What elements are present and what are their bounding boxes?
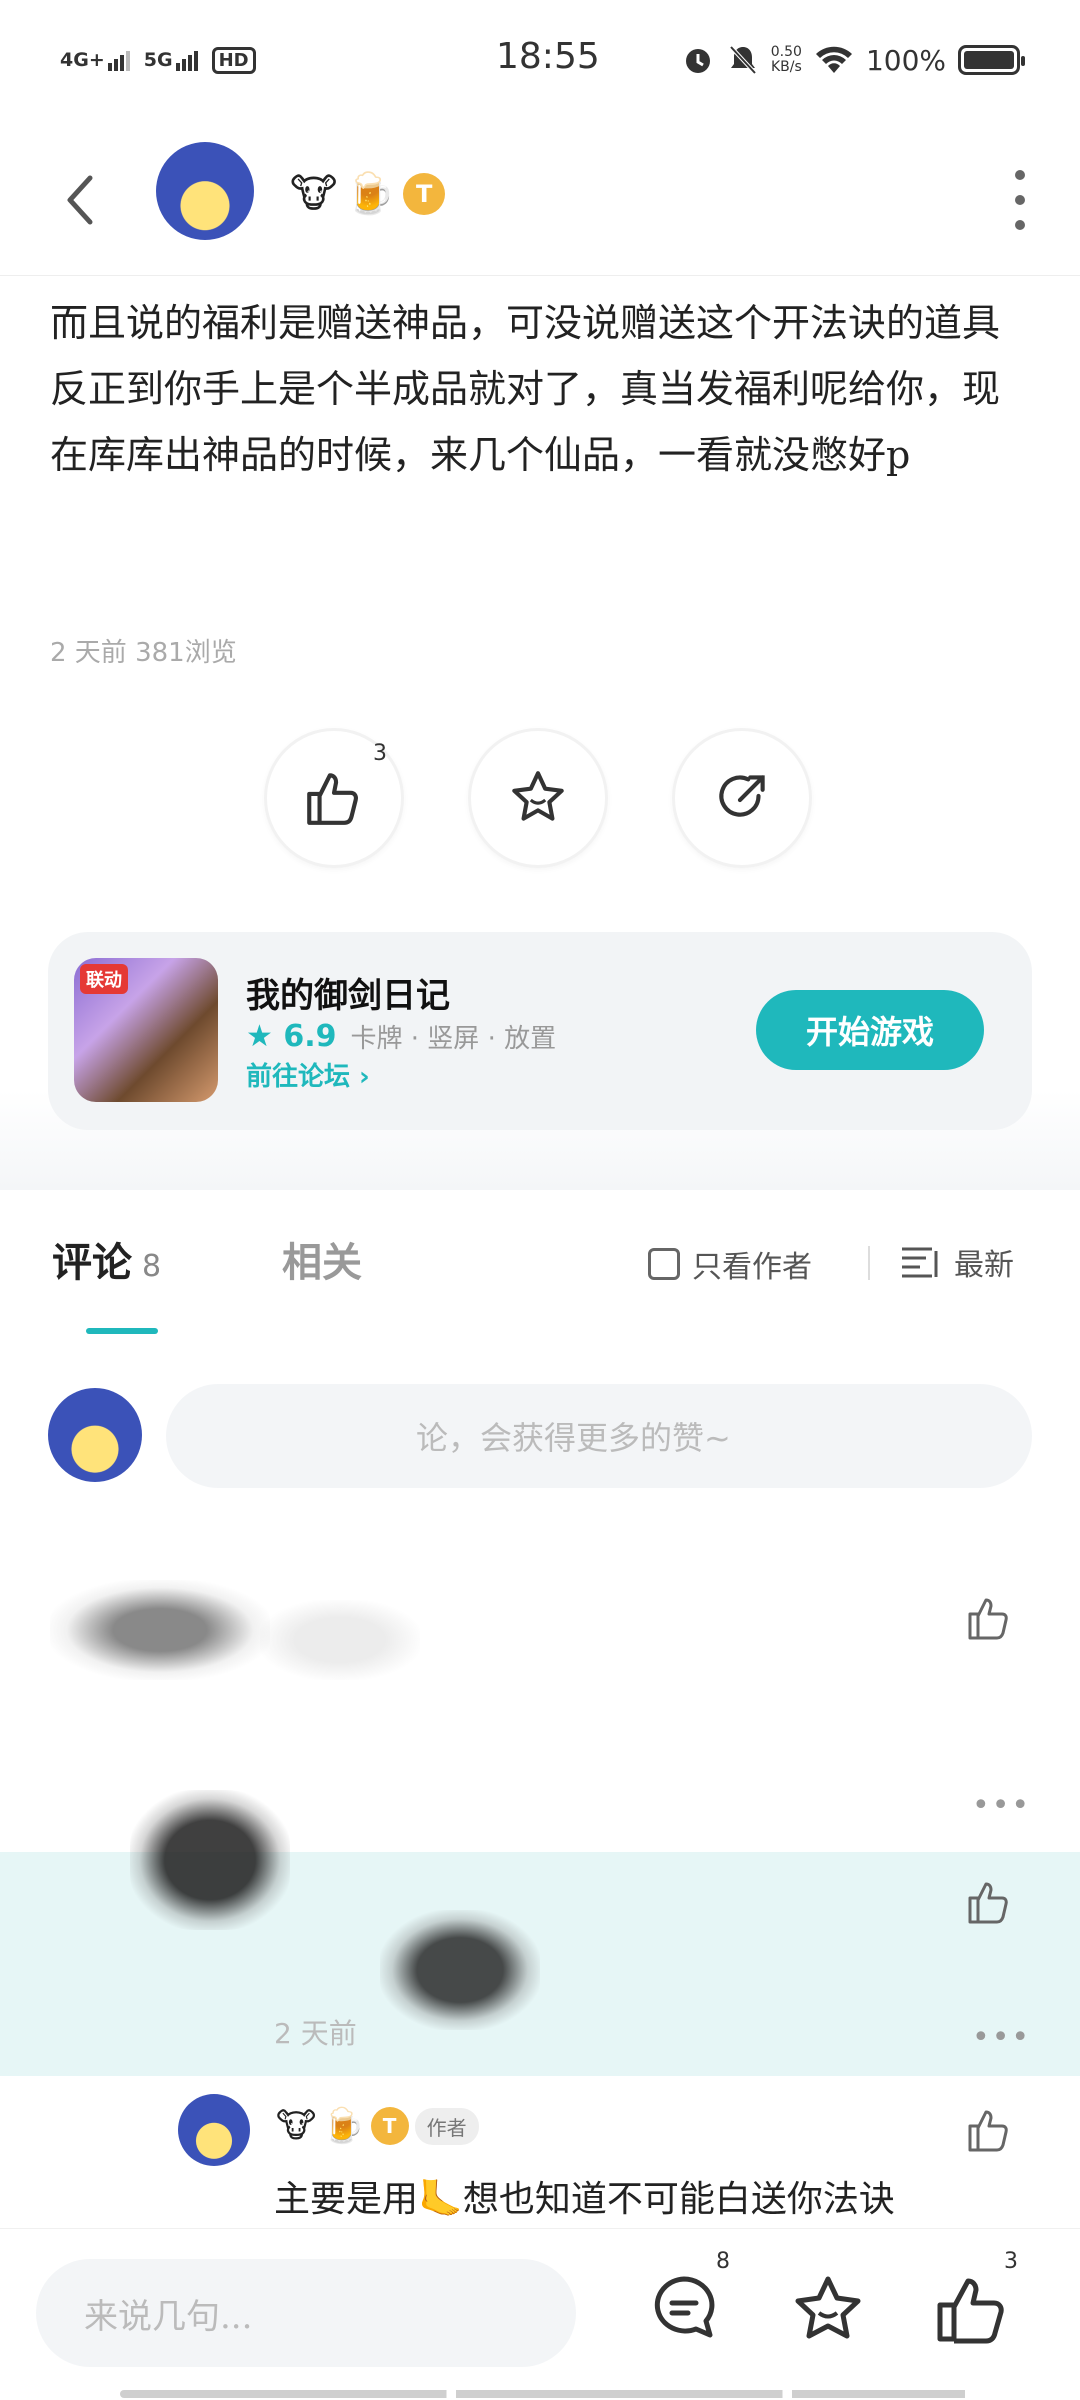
clock: 18:55 bbox=[496, 36, 600, 77]
comment-tabs: 评论 8 相关 只看作者 最新 bbox=[0, 1190, 1080, 1334]
like-icon[interactable] bbox=[932, 2269, 1012, 2349]
comment-count: 8 bbox=[716, 2249, 730, 2274]
checkbox-icon[interactable] bbox=[648, 1248, 680, 1280]
network-4g: 4G+ bbox=[60, 49, 130, 71]
like-button[interactable]: 3 bbox=[264, 728, 404, 868]
signal-icon bbox=[107, 51, 130, 71]
comment-icon[interactable] bbox=[644, 2269, 724, 2349]
game-info: ★ 6.9 卡牌 · 竖屏 · 放置 bbox=[246, 1018, 556, 1055]
favorite-button[interactable] bbox=[468, 728, 608, 868]
network-5g-label: 5G bbox=[143, 49, 173, 71]
post-paragraph: 反正到你手上是个半成品就对了，真当发福利呢给你，现在库库出神品的时候，来几个仙品… bbox=[50, 367, 1001, 477]
author-tag: 作者 bbox=[414, 2107, 479, 2145]
mute-bell-icon bbox=[729, 45, 757, 75]
active-tab-indicator bbox=[86, 1328, 158, 1334]
network-speed: 0.50 KB/s bbox=[771, 45, 802, 75]
reply-like-icon[interactable] bbox=[964, 2104, 1016, 2156]
star-icon: ★ bbox=[246, 1019, 273, 1054]
reply-text: 主要是用🦶想也知道不可能白送你法诀 bbox=[274, 2179, 895, 2220]
hd-icon: HD bbox=[211, 46, 256, 74]
game-card[interactable]: 联动 我的御剑日记 ★ 6.9 卡牌 · 竖屏 · 放置 前往论坛 › 开始游戏 bbox=[48, 932, 1032, 1130]
post-meta: 2 天前 381浏览 bbox=[50, 638, 237, 668]
my-avatar[interactable] bbox=[48, 1388, 142, 1482]
thumbs-up-icon bbox=[307, 773, 358, 825]
game-title[interactable]: 我的御剑日记 bbox=[246, 968, 450, 1017]
game-icon[interactable]: 联动 bbox=[74, 958, 218, 1102]
battery-icon bbox=[958, 45, 1025, 75]
share-button[interactable] bbox=[672, 728, 812, 868]
game-score-value: 6.9 bbox=[283, 1019, 337, 1054]
bottom-comment-input[interactable]: 来说几句... bbox=[36, 2259, 576, 2367]
game-tags: 卡牌 · 竖屏 · 放置 bbox=[350, 1024, 557, 1054]
obscured-content bbox=[50, 1580, 270, 1680]
comment-more-icon[interactable]: ••• bbox=[972, 2020, 1031, 2055]
reply-item: 🐮 🍺 T 作者 主要是用🦶想也知道不可能白送你法诀 bbox=[0, 2078, 1080, 2228]
tab-comments[interactable]: 评论 8 bbox=[52, 1230, 161, 1288]
level-badge-icon: T bbox=[370, 2107, 409, 2145]
only-author-label: 只看作者 bbox=[692, 1250, 812, 1285]
sort-icon bbox=[902, 1247, 938, 1278]
tab-comments-count: 8 bbox=[142, 1249, 162, 1284]
reply-avatar[interactable] bbox=[178, 2094, 250, 2166]
gesture-bar[interactable] bbox=[120, 2390, 1080, 2398]
favorite-icon[interactable] bbox=[788, 2269, 868, 2349]
alarm-icon bbox=[685, 49, 710, 73]
author-avatar[interactable] bbox=[156, 142, 254, 240]
bottom-bar: 来说几句... 8 3 bbox=[0, 2228, 1080, 2400]
network-4g-label: 4G+ bbox=[60, 49, 105, 71]
game-score: ★ 6.9 bbox=[246, 1019, 337, 1054]
comment-time: 2 天前 bbox=[274, 2017, 357, 2050]
wifi-icon bbox=[815, 46, 852, 73]
obscured-content bbox=[380, 1910, 540, 2030]
comment-like-icon[interactable] bbox=[964, 1876, 1016, 1928]
level-badge-icon: T bbox=[403, 172, 446, 215]
comment-input[interactable]: 论，会获得更多的赞~ bbox=[166, 1384, 1032, 1488]
obscured-content bbox=[260, 1600, 420, 1680]
network-indicators: 4G+ 5G HD bbox=[60, 46, 256, 74]
like-count: 3 bbox=[373, 741, 387, 766]
divider bbox=[868, 1246, 870, 1280]
sort-label: 最新 bbox=[954, 1248, 1014, 1283]
reply-author-badges: 🐮 🍺 T 作者 bbox=[276, 2106, 479, 2146]
post-paragraph: 而且说的福利是赠送神品，可没说赠送这个开法诀的道具 bbox=[50, 301, 1001, 345]
like-count: 3 bbox=[1004, 2249, 1018, 2274]
post-content: 而且说的福利是赠送神品，可没说赠送这个开法诀的道具 反正到你手上是个半成品就对了… bbox=[50, 290, 1010, 488]
cow-badge-icon: 🐮 bbox=[276, 2106, 317, 2146]
tab-related[interactable]: 相关 bbox=[282, 1230, 362, 1288]
game-icon-tag: 联动 bbox=[80, 964, 128, 994]
speed-value: 0.50 bbox=[770, 44, 802, 60]
start-game-button[interactable]: 开始游戏 bbox=[756, 990, 984, 1070]
battery-percent: 100% bbox=[865, 43, 946, 77]
post-actions: 3 bbox=[264, 728, 812, 868]
more-options-icon[interactable] bbox=[1010, 170, 1030, 230]
beer-badge-icon: 🍺 bbox=[322, 2106, 365, 2146]
cow-badge-icon: 🐮 bbox=[290, 170, 338, 217]
star-icon bbox=[512, 771, 564, 821]
obscured-content bbox=[130, 1790, 290, 1930]
status-bar: 4G+ 5G HD 18:55 0.50 KB/s 100% bbox=[0, 0, 1080, 120]
status-right: 0.50 KB/s 100% bbox=[681, 43, 1025, 77]
share-icon bbox=[719, 775, 765, 817]
tab-comments-label: 评论 bbox=[52, 1240, 132, 1286]
speed-unit: KB/s bbox=[770, 59, 802, 75]
forum-link[interactable]: 前往论坛 › bbox=[246, 1056, 370, 1093]
sort-button[interactable]: 最新 bbox=[900, 1240, 1014, 1284]
top-nav: 🐮 🍺 T bbox=[0, 120, 1080, 276]
comment-like-icon[interactable] bbox=[964, 1592, 1016, 1644]
network-5g: 5G bbox=[144, 49, 198, 71]
only-author-toggle[interactable]: 只看作者 bbox=[648, 1242, 812, 1286]
comment-more-icon[interactable]: ••• bbox=[972, 1788, 1031, 1823]
signal-icon bbox=[175, 51, 198, 71]
beer-badge-icon: 🍺 bbox=[345, 171, 396, 217]
author-badges: 🐮 🍺 T bbox=[290, 170, 446, 217]
back-icon[interactable] bbox=[60, 170, 100, 230]
